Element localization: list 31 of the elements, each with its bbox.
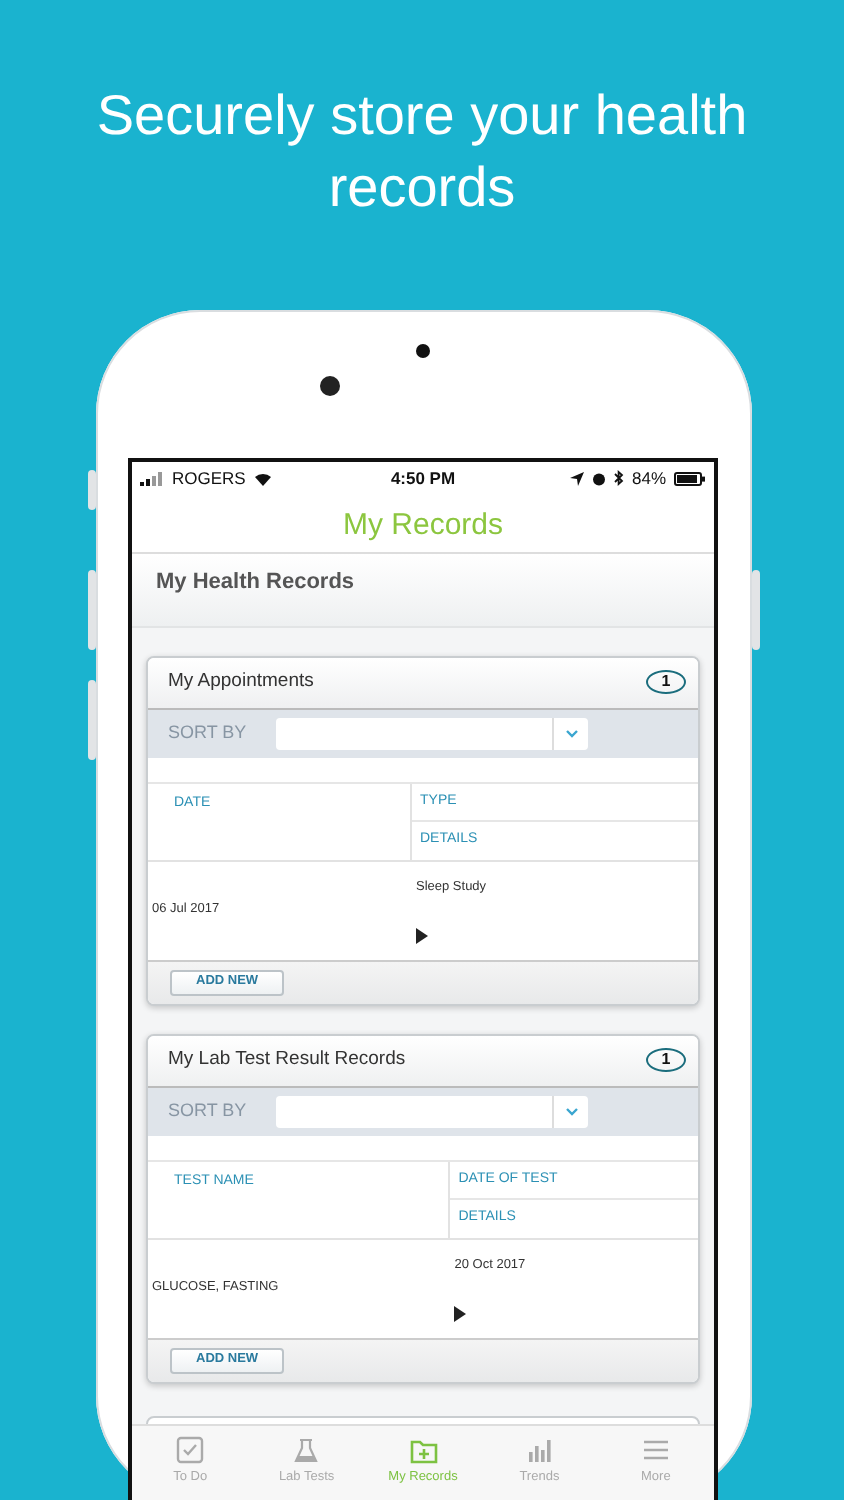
- location-icon: [569, 471, 584, 486]
- sort-label: SORT BY: [168, 1098, 248, 1125]
- sort-dropdown[interactable]: [276, 1095, 588, 1128]
- checkbox-icon: [176, 1436, 205, 1465]
- screen-title: My Records: [132, 495, 714, 554]
- speaker-icon: [416, 343, 430, 358]
- bar-chart-icon: [525, 1436, 554, 1465]
- alarm-icon: [591, 471, 606, 486]
- chevron-down-icon: [565, 729, 577, 738]
- count-badge: 1: [646, 1048, 686, 1073]
- sort-dropdown[interactable]: [276, 717, 588, 750]
- camera-icon: [320, 375, 340, 396]
- chevron-down-icon: [565, 1107, 577, 1116]
- play-icon: [454, 1306, 467, 1323]
- battery-icon: [674, 471, 706, 486]
- count-badge: 1: [646, 670, 686, 695]
- sort-label: SORT BY: [168, 720, 248, 747]
- card-title: My Appointments: [168, 668, 314, 697]
- section-heading: My Health Records: [132, 553, 714, 628]
- battery-level: 84%: [631, 465, 666, 492]
- headline: Securely store your health records: [94, 82, 750, 223]
- carrier-name: ROGERS: [172, 465, 246, 492]
- clock-time: 4:50 PM: [390, 465, 456, 492]
- folder-plus-icon: [409, 1436, 437, 1465]
- bluetooth-icon: [613, 470, 624, 487]
- play-icon: [416, 928, 428, 945]
- card-title: My Lab Test Result Records: [168, 1046, 406, 1075]
- menu-icon: [641, 1436, 670, 1465]
- wifi-icon: [253, 471, 272, 486]
- flask-icon: [292, 1436, 321, 1465]
- signal-icon: [140, 471, 164, 486]
